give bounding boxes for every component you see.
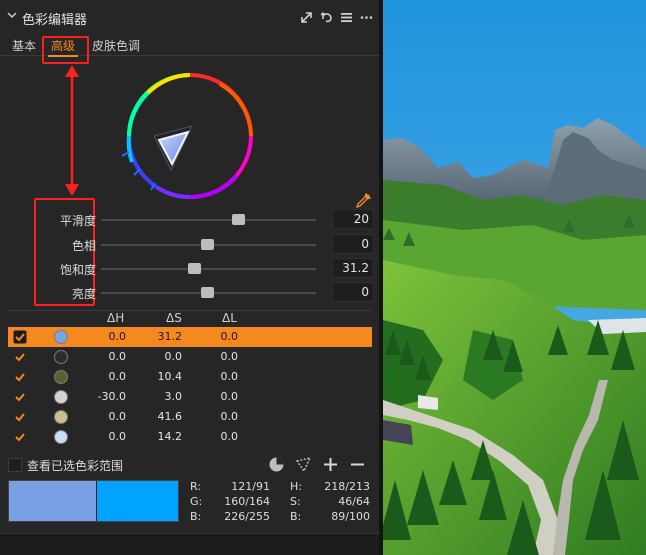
annotation-box-tab [42, 36, 89, 64]
header-delta-s: ΔS [166, 311, 182, 325]
cell-delta-l: 0.0 [220, 410, 239, 423]
cell-delta-l: 0.0 [220, 370, 239, 383]
menu-icon[interactable] [340, 11, 353, 24]
readout-row-2: G: 160/164 S: 46/64 [190, 495, 372, 510]
slider-value-field[interactable]: 0 [332, 234, 374, 254]
readout-key: B: [290, 510, 302, 523]
row-checkbox[interactable] [13, 350, 27, 364]
color-compare [8, 480, 179, 522]
slider-label: 饱和度 [59, 263, 96, 277]
slider-thumb[interactable] [232, 214, 245, 225]
color-swatch[interactable] [54, 370, 68, 384]
readout-value: 121/91 [231, 480, 270, 493]
remove-icon[interactable] [349, 456, 366, 473]
cell-delta-s: 14.2 [157, 430, 183, 443]
readout-value: 46/64 [338, 495, 370, 508]
color-wheel[interactable] [118, 72, 262, 200]
add-icon[interactable] [322, 456, 339, 473]
table-header: ΔH ΔS ΔL [0, 311, 379, 327]
row-checkbox[interactable] [13, 430, 27, 444]
color-swatch[interactable] [54, 410, 68, 424]
cell-delta-l: 0.0 [220, 350, 239, 363]
readout-key: H: [290, 480, 302, 493]
readout-value: 89/100 [331, 510, 370, 523]
cell-delta-h: 0.0 [108, 410, 127, 423]
slider-label: 色相 [71, 239, 96, 253]
cell-delta-l: 0.0 [220, 390, 239, 403]
cell-delta-s: 41.6 [157, 410, 183, 423]
view-range-checkbox[interactable] [8, 458, 22, 472]
cell-delta-s: 0.0 [164, 350, 183, 363]
slider-label: 亮度 [71, 287, 96, 301]
slider-thumb[interactable] [201, 239, 214, 250]
slider-thumb[interactable] [188, 263, 201, 274]
readout-row-3: B: 226/255 B: 89/100 [190, 510, 372, 525]
header-delta-h: ΔH [107, 311, 125, 325]
table-row[interactable]: 0.0 41.6 0.0 [8, 407, 372, 427]
slider-smoothness: 平滑度 20 [0, 208, 379, 232]
annotation-arrow [65, 65, 79, 196]
table-row[interactable]: 0.0 10.4 0.0 [8, 367, 372, 387]
readout-value: 218/213 [324, 480, 370, 493]
color-swatch[interactable] [54, 350, 68, 364]
table-row[interactable]: -30.0 3.0 0.0 [8, 387, 372, 407]
slider-saturation: 饱和度 31.2 [0, 257, 379, 281]
cell-delta-h: 0.0 [108, 330, 127, 343]
slider-thumb[interactable] [201, 287, 214, 298]
panel-header: 色彩编辑器 [0, 0, 379, 34]
cell-delta-l: 0.0 [220, 430, 239, 443]
cell-delta-h: -30.0 [97, 390, 126, 403]
slider-value-field[interactable]: 20 [332, 209, 374, 229]
table-row[interactable]: 0.0 31.2 0.0 [8, 327, 372, 347]
photo-preview[interactable] [383, 0, 646, 555]
readout-key: G: [190, 495, 203, 508]
row-checkbox[interactable] [13, 330, 27, 344]
table-row[interactable]: 0.0 14.2 0.0 [8, 427, 372, 447]
slider-value-field[interactable]: 31.2 [332, 258, 374, 278]
cell-delta-h: 0.0 [108, 370, 127, 383]
slider-lightness: 亮度 0 [0, 281, 379, 305]
readout-row-1: R: 121/91 H: 218/213 [190, 480, 372, 495]
expand-icon[interactable] [300, 11, 313, 24]
readout-key: B: [190, 510, 202, 523]
slider-hue: 色相 0 [0, 233, 379, 257]
color-swatch[interactable] [54, 330, 68, 344]
cell-delta-l: 0.0 [220, 330, 239, 343]
slider-value-field[interactable]: 0 [332, 282, 374, 302]
table-row[interactable]: 0.0 0.0 0.0 [8, 347, 372, 367]
cell-delta-s: 10.4 [157, 370, 183, 383]
panel-bottom-bar [0, 533, 379, 555]
cell-delta-s: 31.2 [157, 330, 183, 343]
reset-icon[interactable] [320, 11, 333, 24]
slider-track[interactable] [101, 268, 316, 270]
color-swatch[interactable] [54, 390, 68, 404]
color-readout: R: 121/91 H: 218/213 G: 160/164 S: 46/64… [190, 480, 372, 525]
readout-value: 160/164 [224, 495, 270, 508]
view-range-label: 查看已选色彩范围 [27, 459, 124, 473]
readout-key: S: [290, 495, 301, 508]
after-swatch [96, 481, 178, 521]
tab-basic[interactable]: 基本 [12, 37, 36, 54]
row-checkbox[interactable] [13, 410, 27, 424]
slider-track[interactable] [101, 219, 316, 221]
readout-key: R: [190, 480, 202, 493]
row-checkbox[interactable] [13, 370, 27, 384]
picker-add-icon[interactable] [295, 456, 312, 473]
cell-delta-h: 0.0 [108, 430, 127, 443]
panel-title: 色彩编辑器 [22, 13, 88, 28]
tab-skin-tone[interactable]: 皮肤色调 [92, 37, 140, 54]
before-swatch [9, 481, 96, 521]
readout-value: 226/255 [224, 510, 270, 523]
cell-delta-h: 0.0 [108, 350, 127, 363]
row-checkbox[interactable] [13, 390, 27, 404]
color-range-icon[interactable] [268, 456, 285, 473]
cell-delta-s: 3.0 [164, 390, 183, 403]
color-swatch[interactable] [54, 430, 68, 444]
header-delta-l: ΔL [222, 311, 237, 325]
slider-label: 平滑度 [59, 214, 96, 228]
view-range-row: 查看已选色彩范围 [8, 455, 372, 475]
more-icon[interactable] [360, 11, 373, 24]
chevron-down-icon[interactable] [6, 9, 18, 21]
